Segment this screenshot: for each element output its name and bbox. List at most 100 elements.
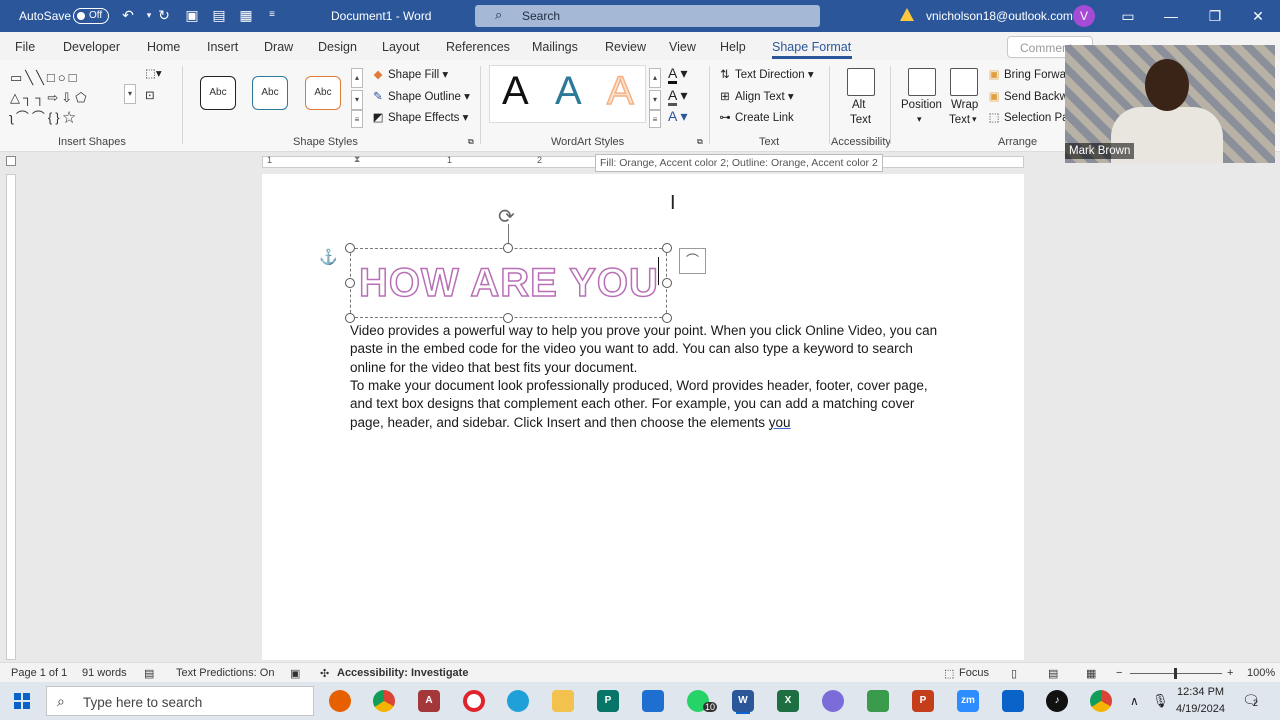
rotate-handle-icon[interactable]: ⟳ [498, 204, 515, 229]
customize-toolbar-icon[interactable]: ≡ [263, 6, 281, 24]
text-outline-icon[interactable]: A ▾ [668, 87, 688, 106]
align-text-button[interactable]: ⊞ Align Text ▾ [718, 89, 793, 103]
layout-options-icon[interactable]: ⌒ [679, 248, 706, 274]
tab-file[interactable]: File [15, 40, 35, 54]
tab-developer[interactable]: Developer [63, 40, 120, 54]
text-effects-icon[interactable]: A ▾ [668, 108, 687, 125]
edit-shape-icon[interactable]: ⬚▾ [145, 66, 162, 80]
accessibility-status[interactable]: Accessibility: Investigate [337, 667, 468, 679]
firefox-icon[interactable] [329, 690, 351, 712]
excel-icon[interactable]: X [777, 690, 799, 712]
shapes-gallery[interactable]: ▭╲╲□○□ △┐┐⇨⇩⬠ ʅ⌒⌒{}☆ [10, 68, 138, 132]
wordart-style-orange[interactable]: A [606, 68, 634, 114]
create-link-button[interactable]: ⊶ Create Link [718, 110, 794, 124]
resize-handle[interactable] [662, 278, 672, 288]
store-icon[interactable] [642, 690, 664, 712]
shape-styles-more-icon[interactable]: ≡ [351, 110, 363, 128]
wordart-launcher-icon[interactable]: ⧉ [697, 137, 703, 147]
wrap-text-label-1[interactable]: Wrap [951, 99, 978, 111]
chrome-profile-icon[interactable] [1090, 690, 1112, 712]
shape-outline-button[interactable]: ✎ Shape Outline ▾ [371, 89, 470, 103]
search-box[interactable]: ⌕ Search [475, 5, 820, 27]
web-layout-icon[interactable]: ▦ [1086, 667, 1096, 680]
ribbon-display-icon[interactable]: ▭ [1113, 6, 1143, 26]
new-document-icon[interactable]: ▤ [210, 6, 228, 24]
microphone-icon[interactable]: 🎙 [1152, 693, 1169, 709]
shape-styles-scroll-down-icon[interactable]: ▾ [351, 90, 363, 110]
tab-layout[interactable]: Layout [382, 40, 420, 54]
zoom-slider-thumb[interactable] [1174, 668, 1177, 679]
alt-text-icon[interactable] [847, 68, 875, 96]
word-icon[interactable]: W [732, 690, 754, 712]
tab-view[interactable]: View [669, 40, 696, 54]
copilot-icon[interactable] [822, 690, 844, 712]
opera-icon[interactable] [463, 690, 485, 712]
wordart-text-box[interactable]: HOW ARE YOU [350, 248, 667, 318]
zoom-in-icon[interactable]: + [1227, 667, 1233, 679]
resize-handle[interactable] [503, 243, 513, 253]
redo-icon[interactable]: ↻ [155, 6, 173, 24]
minimize-icon[interactable]: — [1156, 6, 1186, 26]
document-page[interactable]: I ⟳ ⚓ HOW ARE YOU ⌒ Video provides a pow… [262, 174, 1024, 660]
tab-review[interactable]: Review [605, 40, 646, 54]
zoom-level[interactable]: 100% [1247, 667, 1275, 679]
text-fill-icon[interactable]: A ▾ [668, 65, 688, 84]
word-count[interactable]: 91 words [82, 667, 127, 679]
tab-shape-format[interactable]: Shape Format [772, 40, 851, 54]
shapes-gallery-more-icon[interactable]: ▾ [124, 84, 136, 104]
wrap-text-chevron-icon[interactable]: ▾ [972, 114, 977, 125]
shape-styles-scroll-up-icon[interactable]: ▴ [351, 68, 363, 88]
zoom-out-icon[interactable]: − [1116, 667, 1122, 679]
tab-selector-icon[interactable] [6, 156, 16, 166]
wrap-text-label-2[interactable]: Text [949, 114, 970, 126]
undo-icon[interactable]: ↶ [119, 6, 137, 24]
wordart-style-black[interactable]: A [502, 68, 529, 114]
clock-date[interactable]: 4/19/2024 [1176, 703, 1225, 715]
resize-handle[interactable] [345, 278, 355, 288]
tab-draw[interactable]: Draw [264, 40, 293, 54]
wordart-scroll-up-icon[interactable]: ▴ [649, 68, 661, 88]
position-label[interactable]: Position [901, 99, 942, 111]
body-paragraph-1[interactable]: Video provides a powerful way to help yo… [350, 322, 950, 377]
shape-style-orange[interactable]: Abc [305, 76, 341, 110]
position-icon[interactable] [908, 68, 936, 96]
shape-style-dark[interactable]: Abc [200, 76, 236, 110]
alt-text-label-2[interactable]: Text [850, 114, 871, 126]
zoom-slider[interactable] [1130, 668, 1222, 679]
tab-references[interactable]: References [446, 40, 510, 54]
shape-styles-launcher-icon[interactable]: ⧉ [468, 137, 474, 147]
shape-style-blue[interactable]: Abc [252, 76, 288, 110]
warning-icon[interactable] [900, 8, 914, 21]
text-direction-button[interactable]: ⇅ Text Direction ▾ [718, 67, 813, 81]
windows-start-icon[interactable] [14, 693, 30, 709]
account-avatar[interactable]: V [1073, 5, 1095, 27]
calendar-app-icon[interactable] [867, 690, 889, 712]
wrap-text-icon[interactable] [950, 68, 978, 96]
bring-forward-button[interactable]: ▣ Bring Forward [987, 67, 1065, 81]
wordart-scroll-down-icon[interactable]: ▾ [649, 90, 661, 110]
restore-icon[interactable]: ❐ [1200, 6, 1230, 26]
shape-effects-button[interactable]: ◩ Shape Effects ▾ [371, 110, 469, 124]
text-predictions[interactable]: Text Predictions: On [176, 667, 274, 679]
macro-recording-icon[interactable]: ▣ [290, 667, 300, 680]
zoom-app-icon[interactable]: zm [957, 690, 979, 712]
indent-marker-icon[interactable]: ⧗ [354, 154, 360, 165]
body-paragraph-2[interactable]: To make your document look professionall… [350, 377, 950, 432]
tab-insert[interactable]: Insert [207, 40, 238, 54]
wordart-style-teal[interactable]: A [555, 68, 582, 114]
alt-text-label-1[interactable]: Alt [852, 99, 865, 111]
tab-home[interactable]: Home [147, 40, 180, 54]
draw-text-box-icon[interactable]: ⊡ [145, 88, 155, 102]
tiktok-icon[interactable]: ♪ [1046, 690, 1068, 712]
wordart-more-icon[interactable]: ≡ [649, 110, 661, 128]
position-chevron-icon[interactable]: ▾ [917, 114, 922, 125]
tab-mailings[interactable]: Mailings [532, 40, 578, 54]
file-explorer-icon[interactable] [552, 690, 574, 712]
chrome-icon[interactable] [373, 690, 395, 712]
touch-mode-icon[interactable]: ▦ [237, 6, 255, 24]
account-email[interactable]: vnicholson18@outlook.com [926, 9, 1073, 23]
edge-icon[interactable] [507, 690, 529, 712]
tab-design[interactable]: Design [318, 40, 357, 54]
show-hidden-icons-icon[interactable]: ∧ [1130, 694, 1139, 708]
focus-mode[interactable]: Focus [959, 667, 989, 679]
